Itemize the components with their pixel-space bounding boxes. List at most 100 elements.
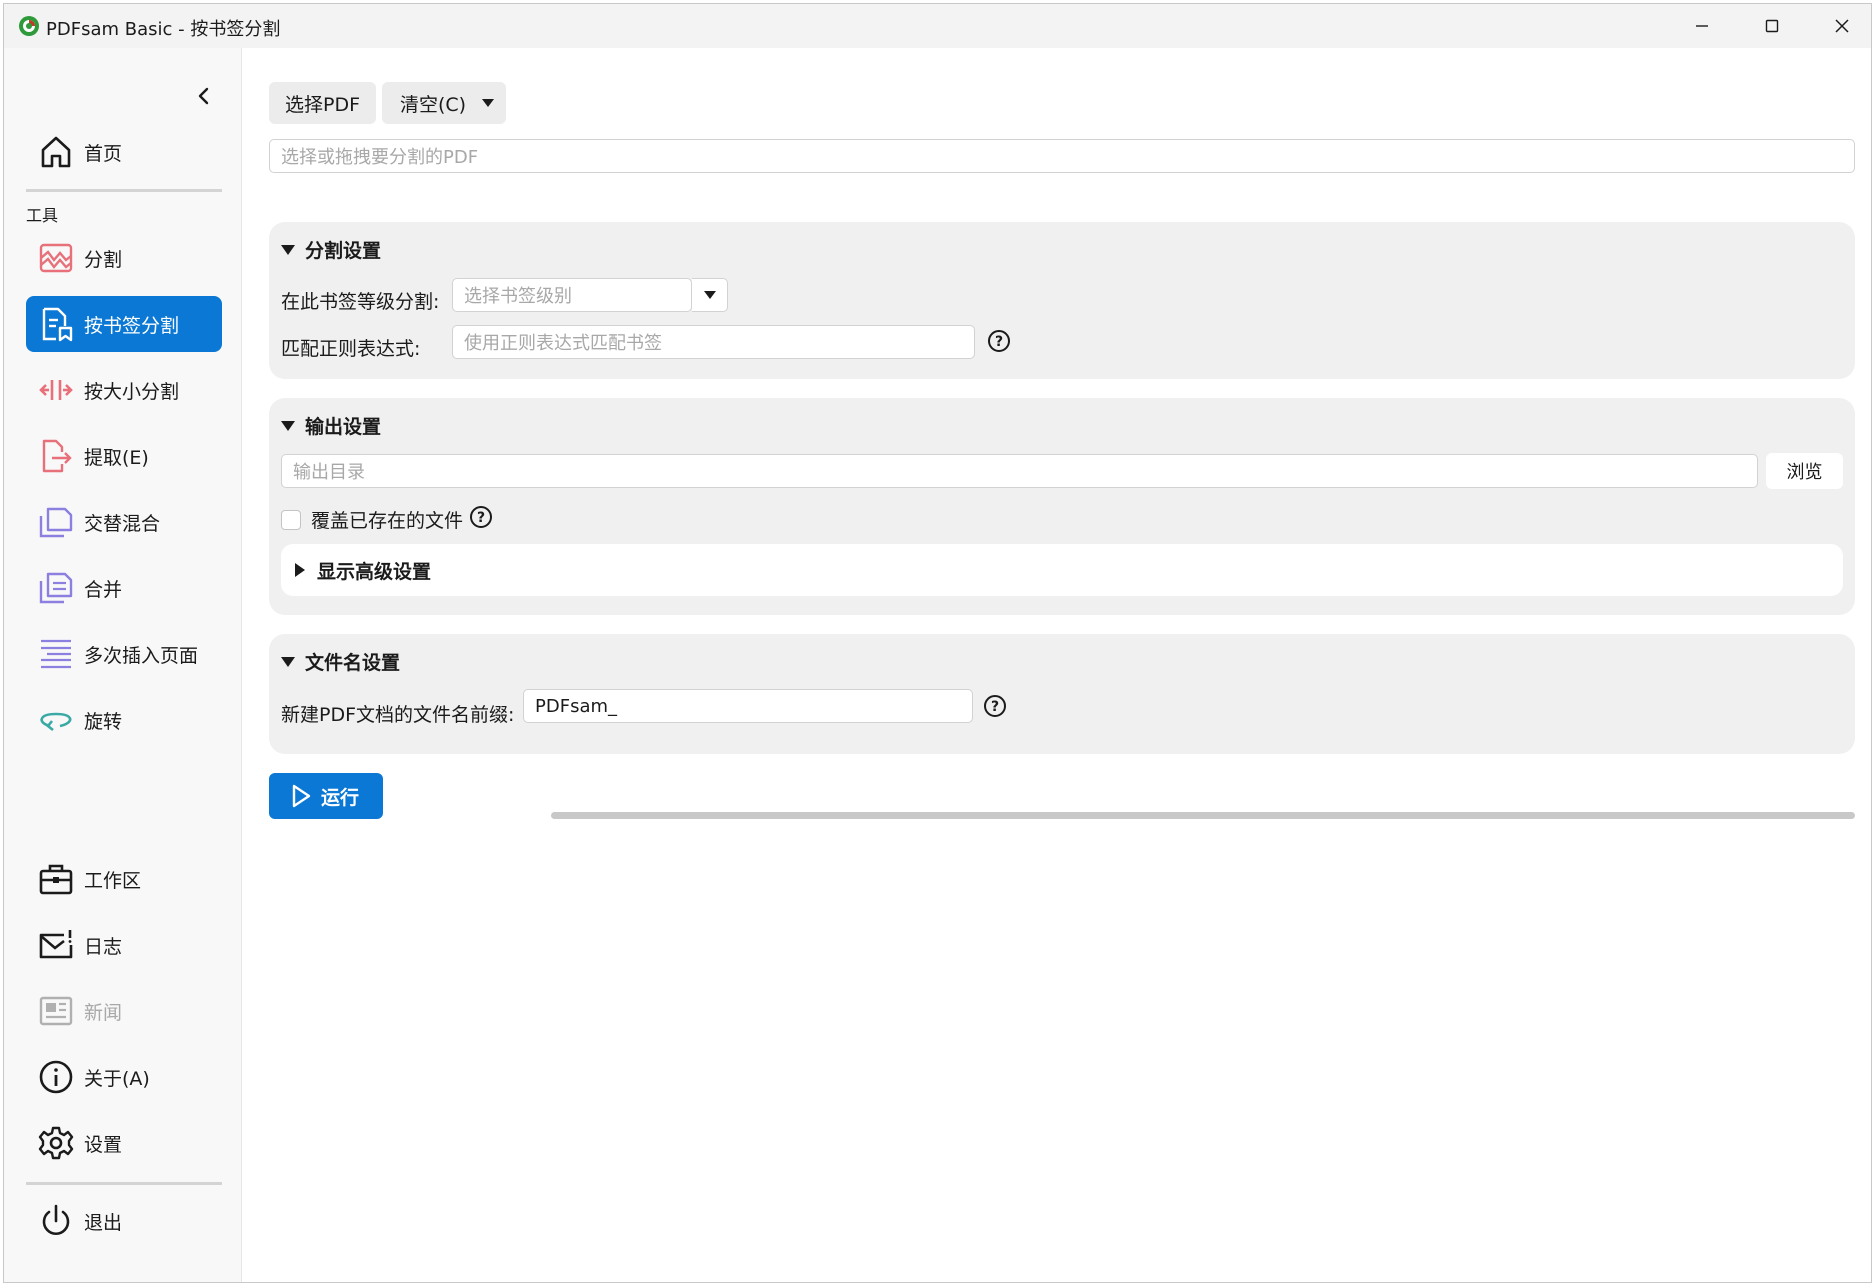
prefix-label: 新建PDF文档的文件名前缀:: [281, 704, 515, 726]
sidebar-item-workspace[interactable]: 工作区: [26, 851, 222, 907]
pdf-file-input[interactable]: 选择或拖拽要分割的PDF: [269, 139, 1855, 173]
help-icon[interactable]: ?: [983, 694, 1007, 718]
regex-label: 匹配正则表达式:: [281, 338, 421, 360]
sidebar-item-label: 新闻: [84, 1001, 123, 1024]
workspace-icon: [36, 859, 76, 899]
alternate-mix-icon: [36, 502, 76, 542]
sidebar-item-settings[interactable]: 设置: [26, 1115, 222, 1171]
window-title: PDFsam Basic - 按书签分割: [46, 19, 281, 40]
sidebar-item-label: 按书签分割: [84, 314, 180, 337]
sidebar-item-insert-pages[interactable]: 多次插入页面: [26, 626, 222, 682]
tools-section-label: 工具: [26, 206, 59, 225]
sidebar-item-merge[interactable]: 合并: [26, 560, 222, 616]
sidebar-divider: [26, 1182, 222, 1185]
filename-settings-header[interactable]: 文件名设置: [281, 648, 400, 675]
news-icon: [36, 991, 76, 1031]
browse-button[interactable]: 浏览: [1766, 453, 1843, 489]
prefix-input[interactable]: PDFsam_: [523, 689, 973, 723]
insert-pages-icon: [36, 634, 76, 674]
sidebar-item-size-split[interactable]: 按大小分割: [26, 362, 222, 418]
expanded-triangle-icon: [281, 244, 295, 255]
sidebar-item-bookmark-split[interactable]: 按书签分割: [26, 296, 222, 352]
overwrite-label: 覆盖已存在的文件: [311, 510, 464, 532]
sidebar-item-label: 日志: [84, 935, 123, 958]
sidebar-item-label: 工作区: [84, 869, 142, 892]
overwrite-option[interactable]: 覆盖已存在的文件: [281, 506, 463, 533]
sidebar-item-exit[interactable]: 退出: [26, 1193, 222, 1249]
sidebar-item-news[interactable]: 新闻: [26, 983, 222, 1039]
overwrite-checkbox[interactable]: [281, 509, 301, 530]
sidebar-item-label: 退出: [84, 1211, 123, 1234]
collapse-sidebar-button[interactable]: [190, 82, 218, 110]
svg-text:?: ?: [995, 334, 1003, 350]
split-icon: [36, 238, 76, 278]
sidebar-item-extract[interactable]: 提取(E): [26, 428, 222, 484]
output-settings-header[interactable]: 输出设置: [281, 412, 381, 439]
svg-text:?: ?: [991, 699, 999, 715]
power-icon: [36, 1201, 76, 1241]
bookmark-level-label: 在此书签等级分割:: [281, 291, 440, 313]
size-split-icon: [36, 370, 76, 410]
select-pdf-button[interactable]: 选择PDF: [269, 82, 376, 124]
run-button[interactable]: 运行: [269, 773, 383, 819]
split-settings-panel: 分割设置 在此书签等级分割: 选择书签级别 匹配正则表达式: 使用正则表达式匹配…: [269, 222, 1855, 379]
maximize-button[interactable]: [1737, 4, 1807, 48]
close-icon: [1835, 19, 1849, 33]
help-icon[interactable]: ?: [987, 329, 1011, 353]
sidebar-item-label: 关于(A): [84, 1067, 150, 1090]
sidebar-item-home[interactable]: 首页: [26, 124, 222, 180]
gear-icon: [36, 1123, 76, 1163]
app-window: PDFsam Basic - 按书签分割 首页 工具 分割 按书签分割 按大小分…: [3, 3, 1872, 1283]
sidebar-item-label: 多次插入页面: [84, 644, 199, 667]
sidebar-item-label: 分割: [84, 248, 123, 271]
chevron-down-icon: [482, 99, 494, 107]
sidebar-item-label: 设置: [84, 1133, 123, 1156]
chevron-down-icon: [703, 291, 716, 299]
sidebar-item-label: 提取(E): [84, 446, 149, 469]
bookmark-level-dropdown-button[interactable]: [692, 278, 728, 312]
bookmark-split-icon: [36, 304, 76, 344]
sidebar-item-alternate-mix[interactable]: 交替混合: [26, 494, 222, 550]
split-settings-header[interactable]: 分割设置: [281, 236, 381, 263]
help-icon[interactable]: ?: [469, 505, 493, 529]
sidebar-item-label: 按大小分割: [84, 380, 180, 403]
output-settings-title: 输出设置: [305, 416, 382, 438]
clear-split-button[interactable]: 清空(C): [382, 82, 506, 124]
pdfsam-logo-icon: [19, 16, 39, 36]
bookmark-level-combo[interactable]: 选择书签级别: [452, 278, 692, 312]
collapsed-triangle-icon: [295, 563, 305, 577]
extract-icon: [36, 436, 76, 476]
main-content: 选择PDF 清空(C) 选择或拖拽要分割的PDF 分割设置 在此书签等级分割: …: [243, 48, 1871, 1282]
run-button-label: 运行: [321, 786, 360, 809]
rotate-icon: [36, 700, 76, 740]
maximize-icon: [1765, 19, 1779, 33]
output-settings-panel: 输出设置 输出目录 浏览 覆盖已存在的文件 ? 显示高级设置: [269, 398, 1855, 615]
log-icon: [36, 925, 76, 965]
chevron-left-icon: [198, 87, 209, 105]
output-directory-input[interactable]: 输出目录: [281, 454, 1758, 488]
expanded-triangle-icon: [281, 656, 295, 667]
filename-settings-panel: 文件名设置 新建PDF文档的文件名前缀: PDFsam_ ?: [269, 634, 1855, 754]
sidebar-item-label: 首页: [84, 142, 123, 165]
sidebar-item-rotate[interactable]: 旋转: [26, 692, 222, 748]
expanded-triangle-icon: [281, 420, 295, 431]
regex-input[interactable]: 使用正则表达式匹配书签: [452, 325, 975, 359]
sidebar-item-label: 合并: [84, 578, 123, 601]
sidebar-item-split[interactable]: 分割: [26, 230, 222, 286]
title-bar: PDFsam Basic - 按书签分割: [4, 4, 1871, 48]
filename-settings-title: 文件名设置: [305, 652, 401, 674]
sidebar: 首页 工具 分割 按书签分割 按大小分割 提取(E) 交替混合 合并 多次插入页…: [4, 48, 242, 1282]
sidebar-item-about[interactable]: 关于(A): [26, 1049, 222, 1105]
advanced-settings-toggle[interactable]: 显示高级设置: [281, 544, 1843, 596]
merge-icon: [36, 568, 76, 608]
play-icon: [292, 784, 311, 808]
svg-text:?: ?: [477, 510, 485, 526]
sidebar-item-log[interactable]: 日志: [26, 917, 222, 973]
close-button[interactable]: [1807, 4, 1875, 48]
clear-button-label: 清空(C): [400, 93, 467, 116]
sidebar-item-label: 交替混合: [84, 512, 161, 535]
home-icon: [36, 132, 76, 172]
minimize-button[interactable]: [1667, 4, 1737, 48]
sidebar-item-label: 旋转: [84, 710, 123, 733]
advanced-settings-label: 显示高级设置: [317, 560, 432, 583]
